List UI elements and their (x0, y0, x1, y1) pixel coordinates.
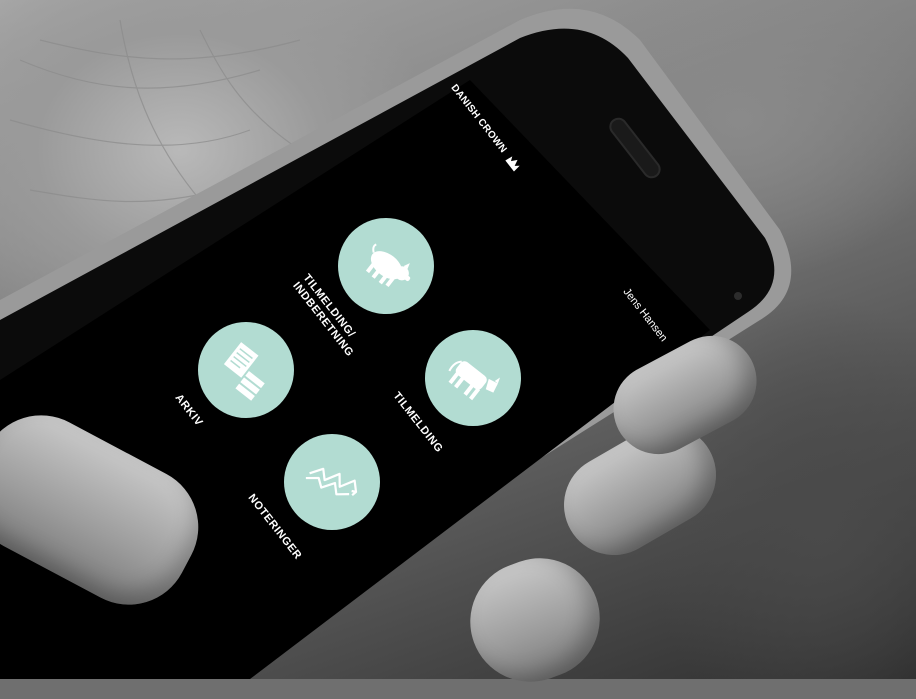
front-camera (734, 292, 742, 300)
cow-icon (448, 360, 501, 401)
price-chart-icon (305, 467, 358, 497)
archive-documents-icon (223, 342, 265, 401)
tile-tilmelding[interactable] (425, 330, 521, 426)
tile-tilmelding-indberetning[interactable] (338, 218, 434, 314)
tile-noteringer[interactable] (284, 434, 380, 530)
pig-icon (365, 243, 411, 288)
tile-arkiv[interactable] (198, 322, 294, 418)
